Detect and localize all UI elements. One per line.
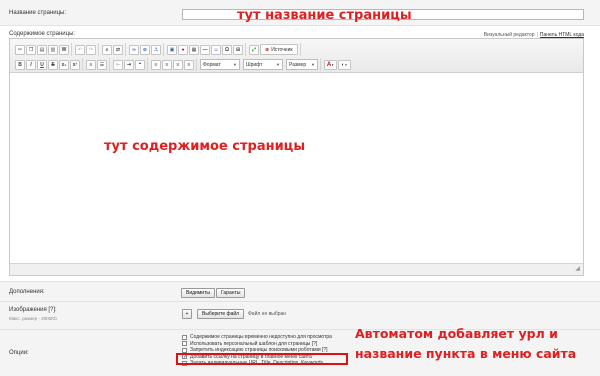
underline-button[interactable]: U [37,59,47,70]
cut-icon[interactable]: ✂ [15,44,25,55]
align-center-icon[interactable]: ≡ [162,59,172,70]
superscript-button[interactable]: x² [70,59,80,70]
indent-icon[interactable]: ⇥ [124,59,134,70]
size-select-label: Размер [289,61,307,68]
outdent-icon[interactable]: ⇤ [113,59,123,70]
highlight-frame [176,353,348,365]
format-select-label: Формат [203,61,221,68]
toolbar-group-colors: A ▼ ◐ ▼ [322,58,353,71]
toolbar-group-align: ≡ ≡ ≡ ≡ [149,58,197,71]
find-icon[interactable]: ⌕ [102,44,112,55]
italic-button[interactable]: I [26,59,36,70]
replace-icon[interactable]: ⇄ [113,44,123,55]
toolbar-group-basic-styles: B I U S x₂ x² [13,58,83,71]
toolbar-group-links: ∞ ⊘ ⚓ [127,43,164,56]
images-label: Изображения [?]: [9,307,57,313]
font-select[interactable]: Шрифт ▼ [243,59,283,70]
show-button[interactable]: Видимиты [181,288,215,298]
chevron-down-icon: ▼ [344,62,348,67]
subscript-button[interactable]: x₂ [59,59,69,70]
hide-button[interactable]: Гаранты [216,288,246,298]
table-icon[interactable]: ▦ [189,44,199,55]
smiley-icon[interactable]: ☺ [211,44,221,55]
bg-color-button[interactable]: ◐ ▼ [338,59,351,70]
source-icon: ⊕ [265,46,270,53]
annotation-title-note: тут название страницы [237,8,412,23]
source-button[interactable]: ⊕ Источник [260,44,298,55]
toolbar-group-lists: ≡ ☰ [84,58,110,71]
toolbar-row-2: B I U S x₂ x² ≡ ☰ ⇤ ⇥ ❝ ≡ ≡ ≡ ≡ Формат ▼… [13,58,353,71]
option-checkbox[interactable] [182,347,187,353]
paste-icon[interactable]: ▤ [37,44,47,55]
editor-toolbar: ✂ ❐ ▤ ▥ W ↶ ↷ ⌕ ⇄ ∞ ⊘ ⚓ ▣ ● ▦ ― ☺ Ω ⊞ ⤢ … [10,39,583,73]
chevron-down-icon: ▼ [311,62,315,67]
align-right-icon[interactable]: ≡ [173,59,183,70]
resize-handle-icon[interactable]: ◢ [574,266,581,273]
paste-word-icon[interactable]: W [59,44,69,55]
file-status: Файл не выбран [248,311,287,317]
option-checkbox[interactable] [182,334,187,340]
align-left-icon[interactable]: ≡ [151,59,161,70]
align-justify-icon[interactable]: ≡ [184,59,194,70]
size-select[interactable]: Размер ▼ [286,59,318,70]
anchor-icon[interactable]: ⚓ [151,44,161,55]
toolbar-group-combos: Формат ▼ Шрифт ▼ Размер ▼ [198,58,321,71]
annotation-content-note: тут содержимое страницы [104,139,306,154]
flash-icon[interactable]: ● [178,44,188,55]
special-char-icon[interactable]: Ω [222,44,232,55]
undo-icon[interactable]: ↶ [75,44,85,55]
toolbar-group-clipboard: ✂ ❐ ▤ ▥ W [13,43,72,56]
annotation-options-note: Автоматом добавляет урл и название пункт… [355,326,577,361]
chevron-down-icon: ▼ [276,62,280,67]
maximize-icon[interactable]: ⤢ [249,44,259,55]
hr-icon[interactable]: ― [200,44,210,55]
blockquote-icon[interactable]: ❝ [135,59,145,70]
strike-button[interactable]: S [48,59,58,70]
option-label: Использовать персональный шаблон для стр… [190,340,318,347]
option-personal-template[interactable]: Использовать персональный шаблон для стр… [182,341,332,348]
images-max-size: Макс. размер - 2000Kb [9,316,57,321]
option-label: Содержимое страницы временно недоступно … [190,334,332,341]
text-color-button[interactable]: A ▼ [324,59,337,70]
choose-file-button[interactable]: Выберите файл [197,309,245,319]
redo-icon[interactable]: ↷ [86,44,96,55]
toolbar-group-indent: ⇤ ⇥ ❝ [111,58,148,71]
toolbar-group-insert: ▣ ● ▦ ― ☺ Ω ⊞ [165,43,246,56]
toolbar-group-history: ↶ ↷ [73,43,99,56]
unlink-icon[interactable]: ⊘ [140,44,150,55]
font-select-label: Шрифт [246,61,263,68]
numbered-list-icon[interactable]: ≡ [86,59,96,70]
editor-footer: ◢ [10,263,583,275]
content-label: Содержимое страницы: [9,31,76,37]
toolbar-group-find: ⌕ ⇄ [100,43,126,56]
rich-text-editor: ✂ ❐ ▤ ▥ W ↶ ↷ ⌕ ⇄ ∞ ⊘ ⚓ ▣ ● ▦ ― ☺ Ω ⊞ ⤢ … [9,38,584,276]
option-unavailable[interactable]: Содержимое страницы временно недоступно … [182,334,332,341]
bold-button[interactable]: B [15,59,25,70]
extras-row: Дополнения: Видимиты Гаранты [0,281,600,301]
bulleted-list-icon[interactable]: ☰ [97,59,107,70]
option-checkbox[interactable] [182,341,187,347]
link-icon[interactable]: ∞ [129,44,139,55]
chevron-down-icon: ▼ [331,62,335,67]
image-icon[interactable]: ▣ [167,44,177,55]
options-label: Опции: [9,350,29,356]
copy-icon[interactable]: ❐ [26,44,36,55]
source-label: Источник [271,46,293,53]
format-select[interactable]: Формат ▼ [200,59,240,70]
page-title-label: Название страницы: [9,10,66,16]
add-image-button[interactable]: + [182,309,192,319]
paste-text-icon[interactable]: ▥ [48,44,58,55]
page-break-icon[interactable]: ⊞ [233,44,243,55]
extras-label: Дополнения: [9,289,45,295]
editor-content-area[interactable] [10,74,583,263]
toolbar-row-1: ✂ ❐ ▤ ▥ W ↶ ↷ ⌕ ⇄ ∞ ⊘ ⚓ ▣ ● ▦ ― ☺ Ω ⊞ ⤢ … [13,43,301,56]
chevron-down-icon: ▼ [233,62,237,67]
toolbar-group-view: ⤢ ⊕ Источник [247,43,301,56]
